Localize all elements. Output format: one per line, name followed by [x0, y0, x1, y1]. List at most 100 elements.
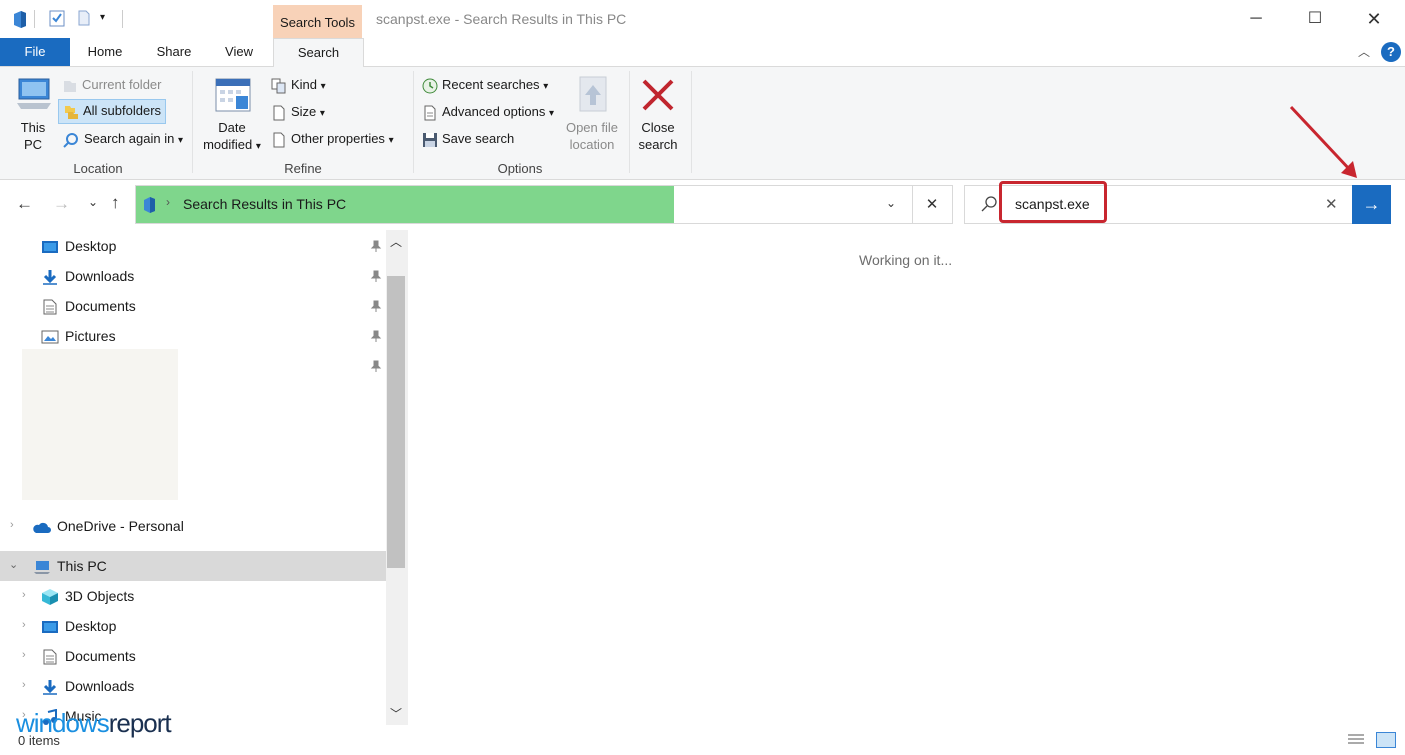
pin-icon[interactable]	[370, 360, 382, 372]
nav-label: This PC	[57, 558, 107, 574]
recent-searches-icon	[422, 78, 438, 94]
search-again-in-button[interactable]: Search again in ▾	[62, 131, 183, 148]
downloads-icon	[43, 270, 57, 286]
other-properties-button[interactable]: Other properties ▾	[271, 131, 394, 148]
large-icons-view-icon[interactable]	[1376, 732, 1396, 748]
ribbon: This PC Current folder All subfolders Se…	[0, 67, 1405, 180]
group-separator	[413, 71, 414, 173]
downloads-icon	[43, 680, 57, 696]
3d-objects-icon	[42, 589, 58, 606]
nav-scrollbar-thumb[interactable]	[387, 276, 405, 568]
group-separator	[192, 71, 193, 173]
nav-label: 3D Objects	[65, 588, 135, 604]
qat-dropdown-icon[interactable]: ▾	[100, 12, 105, 23]
documents-icon	[43, 649, 57, 665]
subfolders-icon	[65, 105, 78, 119]
folder-app-icon	[12, 10, 28, 31]
dropdown-arrow-icon: ▾	[255, 141, 261, 152]
recent-locations-button[interactable]: ⌄	[88, 195, 98, 209]
watermark-part2: report	[108, 708, 172, 738]
collapse-chevron-icon[interactable]: ⌄	[9, 558, 18, 571]
search-tools-context-tab: Search Tools	[273, 5, 362, 38]
scroll-up-icon[interactable]: ︿	[390, 233, 402, 250]
minimize-button[interactable]: ─	[1227, 0, 1285, 38]
open-location-icon	[579, 76, 607, 112]
kind-label: Kind	[291, 77, 318, 92]
context-tab-label: Search Tools	[280, 15, 355, 30]
pin-icon[interactable]	[370, 240, 382, 252]
nav-item-desktop[interactable]: Desktop	[41, 611, 116, 641]
new-folder-icon[interactable]	[76, 9, 92, 30]
expand-chevron-icon[interactable]: ›	[22, 589, 26, 601]
forward-button[interactable]: →	[53, 194, 70, 214]
group-separator	[629, 71, 630, 173]
search-again-in-label: Search again in	[84, 131, 175, 146]
close-window-button[interactable]: ✕	[1345, 0, 1403, 38]
tab-search[interactable]: Search	[273, 38, 364, 68]
save-search-button[interactable]: Save search	[422, 131, 514, 148]
date-modified-button[interactable]: Date modified ▾	[198, 75, 266, 155]
dropdown-arrow-icon: ▾	[388, 135, 394, 146]
pin-icon[interactable]	[370, 330, 382, 342]
up-button[interactable]: ↑	[111, 193, 120, 213]
nav-item-this-pc[interactable]: This PC	[33, 551, 107, 581]
tab-share[interactable]: Share	[146, 38, 202, 66]
tab-home[interactable]: Home	[76, 38, 134, 66]
advanced-options-button[interactable]: Advanced options ▾	[422, 104, 554, 121]
nav-item-3d-objects[interactable]: 3D Objects	[41, 581, 134, 611]
expand-chevron-icon[interactable]: ›	[22, 619, 26, 631]
nav-item-downloads[interactable]: Downloads	[41, 671, 134, 701]
current-folder-button[interactable]: Current folder	[62, 77, 161, 94]
nav-item-onedrive[interactable]: OneDrive - Personal	[31, 511, 184, 541]
kind-icon	[271, 78, 286, 94]
close-search-icon	[642, 79, 674, 111]
search-highlight-annotation	[999, 181, 1107, 223]
recent-searches-button[interactable]: Recent searches ▾	[422, 77, 548, 94]
computer-icon	[17, 78, 51, 109]
open-file-location-button[interactable]: Open file location	[560, 75, 624, 153]
red-arrow-annotation-icon	[1289, 105, 1357, 178]
address-bar[interactable]: › Search Results in This PC ⌄	[135, 185, 913, 224]
nav-item-desktop-quick[interactable]: Desktop	[41, 231, 116, 261]
size-button[interactable]: Size ▾	[271, 104, 325, 121]
expand-chevron-icon[interactable]: ›	[22, 649, 26, 661]
all-subfolders-button[interactable]: All subfolders	[58, 99, 167, 124]
close-search-label-1: Close	[641, 120, 675, 135]
dropdown-arrow-icon: ▾	[543, 81, 549, 92]
details-view-icon[interactable]	[1347, 733, 1365, 750]
expand-chevron-icon[interactable]: ›	[22, 679, 26, 691]
pin-icon[interactable]	[370, 300, 382, 312]
kind-button[interactable]: Kind ▾	[271, 77, 326, 94]
nav-item-downloads-quick[interactable]: Downloads	[41, 261, 134, 291]
nav-item-documents[interactable]: Documents	[41, 641, 136, 671]
search-results-icon	[142, 196, 156, 216]
back-button[interactable]: ←	[16, 194, 33, 214]
desktop-icon	[42, 241, 58, 254]
close-search-button[interactable]: Close search	[634, 75, 682, 153]
address-row: ← → ⌄ ↑ › Search Results in This PC ⌄ ✕ …	[0, 180, 1405, 228]
close-search-label-2: search	[638, 137, 678, 152]
nav-item-pictures-quick[interactable]: Pictures	[41, 321, 116, 351]
help-icon[interactable]: ?	[1381, 42, 1401, 62]
size-icon	[273, 105, 285, 121]
search-go-button[interactable]: →	[1352, 185, 1391, 224]
properties-icon[interactable]	[48, 9, 66, 30]
expand-chevron-icon[interactable]: ›	[10, 519, 14, 531]
clear-search-icon[interactable]: ✕	[1325, 195, 1338, 213]
onedrive-cloud-icon	[33, 523, 51, 534]
maximize-button[interactable]: ☐	[1286, 0, 1344, 38]
breadcrumb-chevron-icon: ›	[166, 195, 170, 209]
documents-icon	[43, 299, 57, 315]
tab-view[interactable]: View	[214, 38, 264, 66]
nav-item-documents-quick[interactable]: Documents	[41, 291, 136, 321]
qat-separator	[34, 10, 35, 28]
address-dropdown-icon[interactable]: ⌄	[886, 196, 896, 210]
tab-file[interactable]: File	[0, 38, 70, 66]
this-pc-button[interactable]: This PC	[10, 75, 56, 153]
scroll-down-icon[interactable]: ﹀	[390, 705, 402, 722]
collapse-ribbon-icon[interactable]: ︿	[1358, 43, 1370, 60]
stop-search-button[interactable]: ✕	[912, 185, 953, 224]
dropdown-arrow-icon: ▾	[320, 81, 326, 92]
advanced-options-label: Advanced options	[442, 104, 546, 119]
pin-icon[interactable]	[370, 270, 382, 282]
